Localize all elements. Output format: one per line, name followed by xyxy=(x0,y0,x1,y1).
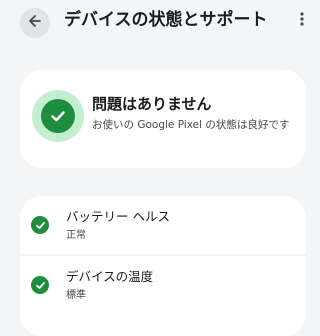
list-item-title: デバイスの温度 xyxy=(66,269,154,284)
list-item-device-temperature[interactable]: デバイスの温度 標準 xyxy=(20,256,306,314)
more-options-button[interactable] xyxy=(292,10,312,32)
arrow-back-icon xyxy=(27,13,43,33)
more-vert-icon xyxy=(299,11,305,31)
check-icon xyxy=(41,99,75,133)
list-item-battery-health[interactable]: バッテリー ヘルス 正常 xyxy=(20,196,306,256)
check-circle-icon xyxy=(31,276,49,294)
health-list: バッテリー ヘルス 正常 デバイスの温度 標準 xyxy=(20,196,306,336)
status-indicator xyxy=(32,90,84,142)
page-title: デバイスの状態とサポート xyxy=(64,10,268,30)
list-item-subtitle: 標準 xyxy=(66,290,86,301)
back-button[interactable] xyxy=(20,8,50,38)
check-circle-icon xyxy=(31,216,49,234)
app-bar: デバイスの状態とサポート xyxy=(0,0,320,42)
list-item-title: バッテリー ヘルス xyxy=(66,209,170,224)
list-item-subtitle: 正常 xyxy=(66,230,86,241)
status-card: 問題はありません お使いの Google Pixel の状態は良好です xyxy=(20,70,306,168)
status-description: お使いの Google Pixel の状態は良好です xyxy=(92,119,290,131)
status-title: 問題はありません xyxy=(92,95,212,113)
